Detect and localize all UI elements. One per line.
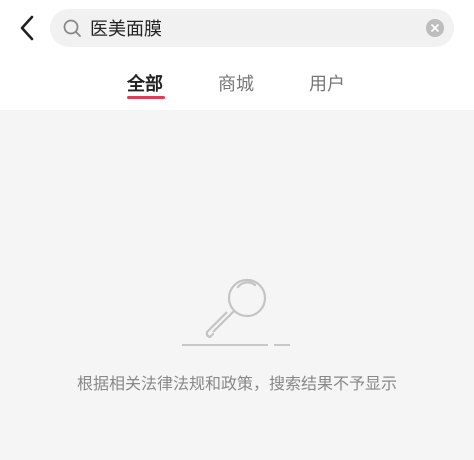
top-bar: [0, 0, 474, 56]
magnifier-icon: [182, 278, 290, 346]
search-input[interactable]: [90, 9, 410, 47]
clear-button[interactable]: [426, 19, 444, 37]
results-area: 根据相关法律法规和政策，搜索结果不予显示: [0, 110, 474, 460]
tab-mall[interactable]: 商城: [218, 70, 254, 96]
clear-icon: [431, 24, 439, 32]
empty-state-message: 根据相关法律法规和政策，搜索结果不予显示: [76, 374, 397, 393]
tab-bar: 全部 商城 用户: [0, 62, 474, 104]
tab-users[interactable]: 用户: [309, 70, 345, 96]
back-button[interactable]: [12, 12, 42, 44]
chevron-left-icon: [20, 15, 34, 41]
tab-all[interactable]: 全部: [127, 70, 163, 96]
search-box[interactable]: [50, 9, 454, 47]
search-icon: [63, 19, 81, 37]
active-tab-indicator: [127, 96, 165, 99]
